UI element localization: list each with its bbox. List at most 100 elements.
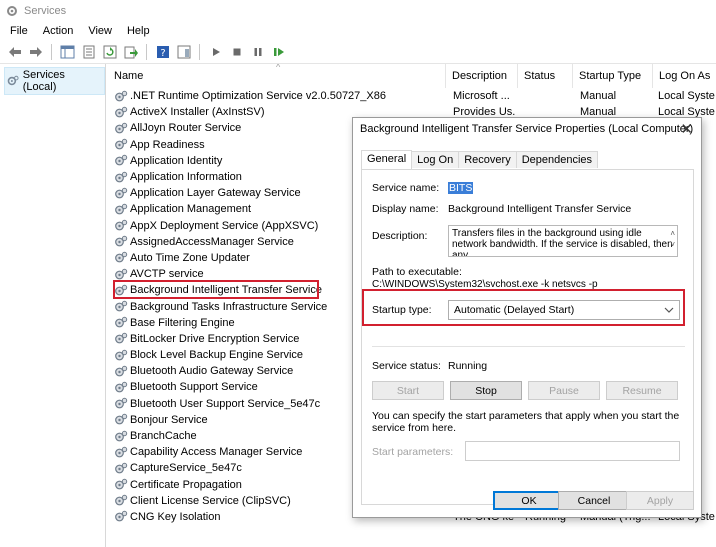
- service-gear-icon: [115, 122, 128, 134]
- toolbar-separator: [199, 43, 200, 60]
- service-name: Application Management: [130, 203, 252, 216]
- service-gear-icon: [115, 317, 128, 328]
- restart-service-icon[interactable]: [270, 43, 287, 60]
- refresh-icon[interactable]: [101, 43, 118, 60]
- stop-service-icon[interactable]: [228, 43, 245, 60]
- service-name: AppX Deployment Service (AppXSVC): [130, 219, 319, 232]
- service-name: AVCTP service: [130, 268, 204, 281]
- cancel-button[interactable]: Cancel: [558, 491, 630, 510]
- service-gear-icon: [115, 171, 128, 182]
- tab-recovery[interactable]: Recovery: [458, 151, 517, 168]
- service-gear-icon: [115, 511, 128, 522]
- service-gear-icon: [115, 430, 128, 441]
- description-box[interactable]: Transfers files in the background using …: [448, 225, 678, 257]
- window-title: Services: [24, 5, 67, 17]
- menu-action[interactable]: Action: [43, 25, 74, 37]
- service-name: Client License Service (ClipSVC): [130, 494, 291, 507]
- apply-button[interactable]: Apply: [626, 491, 694, 510]
- service-name: AllJoyn Router Service: [130, 122, 242, 135]
- service-name: Bluetooth Audio Gateway Service: [130, 365, 294, 378]
- service-log-on-as: Local Syste: [658, 90, 715, 103]
- close-icon[interactable]: ✕: [680, 120, 693, 138]
- service-gear-icon: [115, 300, 128, 312]
- divider: [372, 346, 685, 347]
- start-service-icon[interactable]: [207, 43, 224, 60]
- export-list-icon[interactable]: [122, 43, 139, 60]
- tab-log-on[interactable]: Log On: [411, 151, 460, 168]
- tree-item-services-local[interactable]: Services (Local): [4, 67, 105, 95]
- show-hide-action-pane-icon[interactable]: [175, 43, 192, 60]
- tab-general[interactable]: General: [361, 150, 413, 169]
- service-name: Capability Access Manager Service: [130, 446, 303, 459]
- service-name-value[interactable]: BITS: [448, 182, 474, 194]
- service-name: Block Level Backup Engine Service: [130, 349, 304, 362]
- service-gear-icon: [115, 138, 128, 150]
- tree-item-label: Services (Local): [22, 69, 65, 93]
- service-name: App Readiness: [130, 138, 205, 151]
- service-name: Bluetooth User Support Service_5e47c: [130, 397, 321, 410]
- service-name: BitLocker Drive Encryption Service: [130, 332, 300, 345]
- pause-button[interactable]: Pause: [528, 381, 600, 400]
- toolbar-separator: [146, 43, 147, 60]
- resume-button[interactable]: Resume: [606, 381, 678, 400]
- service-gear-icon: [115, 268, 128, 280]
- start-parameters-label: Start parameters:: [372, 446, 454, 458]
- service-status-value: Running: [448, 360, 488, 372]
- service-gear-icon: [115, 106, 128, 118]
- service-gear-icon: [115, 155, 128, 166]
- services-gear-icon: [7, 6, 17, 16]
- service-gear-icon: [115, 349, 128, 360]
- service-name: Application Information: [130, 171, 242, 184]
- services-gear-icon: [7, 75, 19, 86]
- column-header-description[interactable]: Description: [446, 64, 518, 88]
- column-header-status[interactable]: Status: [518, 64, 573, 88]
- back-arrow-icon[interactable]: [6, 43, 23, 60]
- service-name: Bluetooth Support Service: [130, 381, 258, 394]
- toolbar-separator: [51, 43, 52, 60]
- console-tree: Services (Local): [0, 64, 106, 547]
- service-name: AssignedAccessManager Service: [130, 235, 294, 248]
- dialog-title: Background Intelligent Transfer Service …: [360, 123, 694, 135]
- service-name: Application Identity: [130, 154, 223, 167]
- service-row[interactable]: .NET Runtime Optimization Service v2.0.5…: [108, 88, 716, 104]
- tab-dependencies[interactable]: Dependencies: [515, 151, 599, 168]
- service-gear-icon: [115, 203, 128, 215]
- service-name: Application Layer Gateway Service: [130, 187, 301, 200]
- path-label: Path to executable:: [372, 266, 462, 278]
- menu-view[interactable]: View: [88, 25, 112, 37]
- service-gear-icon: [115, 495, 128, 506]
- forward-arrow-icon[interactable]: [27, 43, 44, 60]
- pause-service-icon[interactable]: [249, 43, 266, 60]
- column-header-name[interactable]: Name: [108, 64, 446, 88]
- description-scroll-arrows[interactable]: ˄ ˅: [670, 228, 675, 250]
- service-gear-icon: [115, 414, 128, 425]
- service-name: .NET Runtime Optimization Service v2.0.5…: [130, 90, 386, 103]
- column-header-startup-type[interactable]: Startup Type: [573, 64, 653, 88]
- menu-file[interactable]: File: [10, 25, 28, 37]
- start-button[interactable]: Start: [372, 381, 444, 400]
- highlight-startup-type: [362, 289, 685, 326]
- display-name-label: Display name:: [372, 203, 439, 215]
- service-name: CNG Key Isolation: [130, 510, 221, 523]
- help-icon[interactable]: ?: [154, 43, 171, 60]
- service-gear-icon: [115, 236, 128, 247]
- service-gear-icon: [115, 381, 128, 393]
- menu-help[interactable]: Help: [127, 25, 150, 37]
- console-tree-icon[interactable]: [59, 43, 76, 60]
- start-parameters-input[interactable]: [465, 441, 680, 461]
- ok-button[interactable]: OK: [493, 491, 565, 510]
- service-gear-icon: [115, 252, 128, 263]
- stop-button[interactable]: Stop: [450, 381, 522, 400]
- service-name-label: Service name:: [372, 182, 440, 194]
- service-gear-icon: [115, 446, 128, 458]
- service-status-label: Service status:: [372, 360, 441, 372]
- service-gear-icon: [115, 478, 128, 490]
- description-label: Description:: [372, 230, 428, 242]
- service-startup-type: Manual: [580, 90, 617, 103]
- properties-sheet-icon[interactable]: [80, 43, 97, 60]
- highlight-bits-row: [113, 280, 319, 299]
- service-name: Background Tasks Infrastructure Service: [130, 300, 328, 313]
- start-params-note: You can specify the start parameters tha…: [372, 410, 680, 434]
- column-header-log-on-as[interactable]: Log On As: [653, 64, 716, 88]
- display-name-value[interactable]: Background Intelligent Transfer Service: [448, 203, 631, 215]
